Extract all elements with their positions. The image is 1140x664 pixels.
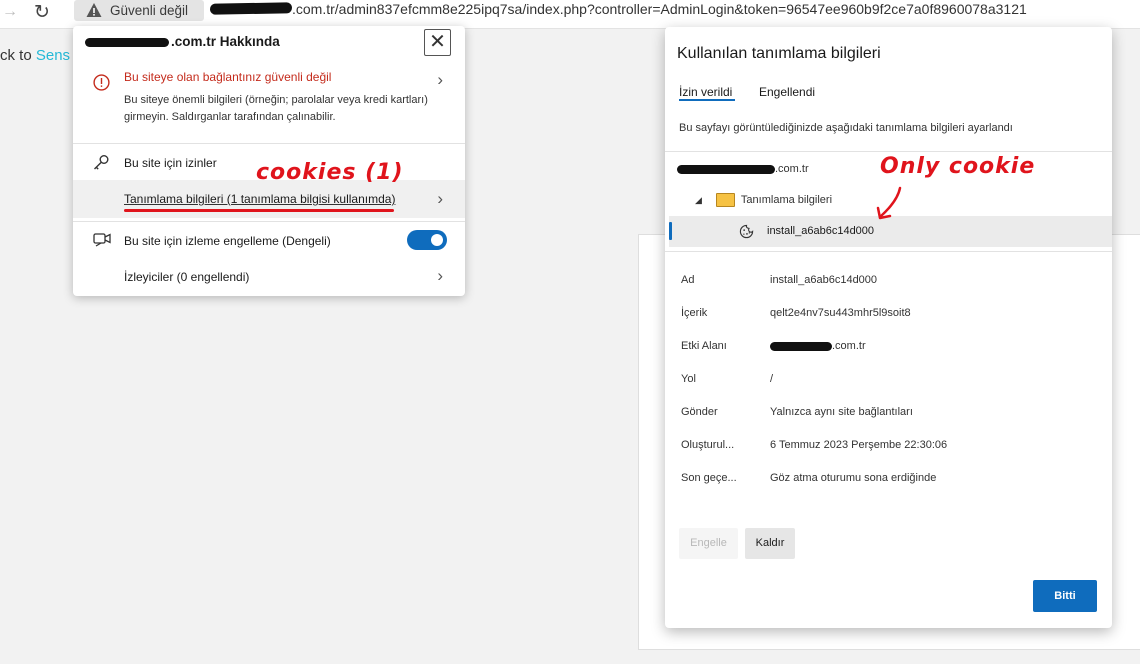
tree-domain-node[interactable]: .com.tr: [677, 163, 809, 175]
detail-value-path: /: [770, 373, 774, 385]
redaction-mark: [677, 164, 775, 174]
detail-label-domain: Etki Alanı: [681, 340, 727, 352]
tree-folder-node[interactable]: ◢ Tanımlama bilgileri: [695, 193, 832, 207]
cookies-row[interactable]: Tanımlama bilgileri (1 tanımlama bilgisi…: [73, 180, 465, 218]
warning-circle-icon: [93, 74, 110, 91]
warning-description: Bu siteye önemli bilgileri (örneğin; par…: [124, 94, 428, 123]
detail-value-domain: .com.tr: [770, 340, 866, 352]
cookies-in-use-dialog: Kullanılan tanımlama bilgileri İzin veri…: [665, 27, 1112, 628]
divider: [665, 251, 1112, 252]
detail-label-name: Ad: [681, 274, 695, 286]
connection-warning-row[interactable]: Bu siteye olan bağlantınız güvenli değil…: [73, 70, 465, 140]
redaction-mark: [85, 37, 169, 47]
detail-label-send-for: Gönder: [681, 406, 718, 418]
dialog-description: Bu sayfayı görüntülediğinizde aşağıdaki …: [679, 122, 1013, 134]
detail-value-expires: Göz atma oturumu sona erdiğinde: [770, 472, 937, 484]
detail-value-created: 6 Temmuz 2023 Perşembe 22:30:06: [770, 439, 948, 451]
chevron-right-icon: ›: [437, 266, 443, 285]
annotation-arrow-icon: [876, 186, 902, 220]
detail-value-domain-text: .com.tr: [832, 340, 866, 352]
annotation-underline: [124, 209, 394, 212]
back-link[interactable]: Sens: [36, 47, 70, 64]
warning-title: Bu siteye olan bağlantınız güvenli değil: [124, 70, 332, 84]
folder-icon: [715, 193, 735, 207]
security-label: Güvenli değil: [110, 3, 189, 18]
site-info-title-text: .com.tr Hakkında: [171, 34, 280, 49]
redaction-mark: [770, 341, 832, 351]
trackers-label: İzleyiciler (0 engellendi): [124, 270, 250, 284]
forward-arrow-icon[interactable]: →: [2, 3, 18, 21]
dialog-title: Kullanılan tanımlama bilgileri: [677, 45, 881, 62]
tree-domain-label: .com.tr: [775, 163, 809, 175]
key-icon: [94, 155, 109, 170]
annotation-cookies: cookies (1): [256, 160, 404, 185]
close-button[interactable]: ✕: [424, 29, 451, 56]
detail-label-content: İçerik: [681, 307, 708, 319]
expand-triangle-icon: ◢: [695, 194, 702, 205]
trackers-row[interactable]: İzleyiciler (0 engellendi) ›: [73, 266, 465, 288]
divider: [73, 143, 465, 144]
back-prefix: ck to: [0, 47, 36, 64]
site-info-title: .com.tr Hakkında: [85, 34, 280, 49]
chevron-right-icon: ›: [437, 189, 443, 208]
remove-button[interactable]: Kaldır: [745, 528, 795, 559]
detail-value-send-for: Yalnızca aynı site bağlantıları: [770, 406, 913, 418]
browser-toolbar: → ↻ Güvenli değil .com.tr/admin837efcmm8…: [0, 0, 1140, 29]
block-button[interactable]: Engelle: [679, 528, 738, 559]
tracking-prevention-label: Bu site için izleme engelleme (Dengeli): [124, 234, 331, 248]
toggle-knob: [431, 234, 443, 246]
cookie-icon: [739, 224, 754, 239]
cookies-label: Tanımlama bilgileri (1 tanımlama bilgisi…: [124, 192, 396, 206]
cookie-item-name: install_a6ab6c14d000: [767, 225, 875, 237]
detail-value-name: install_a6ab6c14d000: [770, 274, 878, 286]
selection-indicator: [669, 222, 672, 240]
divider: [73, 221, 465, 222]
tab-allowed[interactable]: İzin verildi: [679, 85, 732, 99]
detail-value-content: qelt2e4nv7su443mhr5l9soit8: [770, 307, 911, 319]
divider: [665, 151, 1112, 152]
security-status-chip[interactable]: Güvenli değil: [74, 0, 204, 21]
redaction-mark: [209, 2, 293, 15]
annotation-only-cookie: Only cookie: [880, 154, 1036, 179]
refresh-icon[interactable]: ↻: [34, 1, 50, 24]
active-tab-indicator: [679, 99, 735, 101]
tree-folder-label: Tanımlama bilgileri: [740, 193, 833, 206]
done-button[interactable]: Bitti: [1033, 580, 1097, 612]
tracking-camera-icon: [93, 233, 111, 247]
detail-label-expires: Son geçe...: [681, 472, 737, 484]
tab-blocked[interactable]: Engellendi: [759, 85, 815, 99]
detail-label-path: Yol: [681, 373, 696, 385]
tracking-prevention-row: Bu site için izleme engelleme (Dengeli): [73, 230, 465, 252]
back-link-text: ck to Sens: [0, 47, 70, 64]
permissions-label: Bu site için izinler: [124, 156, 217, 170]
tracking-toggle[interactable]: [407, 230, 447, 250]
detail-label-created: Oluşturul...: [681, 439, 735, 451]
address-bar-url[interactable]: .com.tr/admin837efcmm8e225ipq7sa/index.p…: [292, 1, 1027, 17]
warning-triangle-icon: [86, 3, 102, 17]
chevron-right-icon: ›: [437, 70, 443, 89]
